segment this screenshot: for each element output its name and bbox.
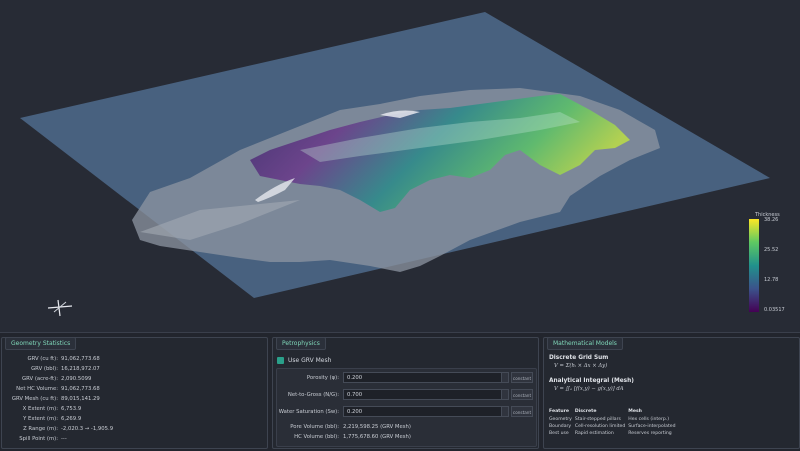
porosity-constant-button[interactable]: constant <box>511 372 533 383</box>
analytical-formula: V = ∬ₐ [f(x,y) − g(x,y)] dA <box>554 386 624 392</box>
water-saturation-label: Water Saturation (Sw): <box>278 409 339 415</box>
water-saturation-spinner[interactable] <box>501 407 508 416</box>
stat-x-extent: X Extent (m): 6,753.9 <box>22 406 82 412</box>
colorbar-tick-min: 0.03517 <box>764 307 785 313</box>
stat-grv-acreft: GRV (acre-ft): 2,090.5099 <box>22 376 92 382</box>
discrete-formula: V = Σ(hᵢ × Δx × Δy) <box>554 363 608 369</box>
stat-y-extent: Y Extent (m): 6,269.9 <box>23 416 82 422</box>
table-cell: Rapid estimation <box>574 431 614 436</box>
colorbar-tick-max: 38.26 <box>764 217 779 223</box>
net-to-gross-spinner[interactable] <box>501 390 508 399</box>
colorbar-tick: 25.52 <box>764 247 779 253</box>
table-cell: Reserves reporting <box>628 431 672 436</box>
stat-grv-cuft: GRV (cu ft): 91,062,773.68 <box>27 356 100 362</box>
analytical-integral-heading: Analytical Integral (Mesh) <box>549 378 634 384</box>
table-header: Feature <box>549 409 570 414</box>
net-to-gross-input[interactable]: 0.700 <box>343 389 509 400</box>
stat-net-hc-volume: Net HC Volume: 91,062,773.68 <box>16 386 100 392</box>
porosity-input[interactable]: 0.200 <box>343 372 509 383</box>
comparison-table: Feature Discrete Mesh Geometry Stair-ste… <box>549 408 679 437</box>
net-to-gross-label: Net-to-Gross (N/G): <box>287 392 339 398</box>
geometry-statistics-title: Geometry Statistics <box>5 337 77 350</box>
reservoir-3d-view[interactable] <box>0 0 800 332</box>
table-row: Geometry Stair-stepped pillars Hex cells… <box>549 416 679 423</box>
table-row: Best use Rapid estimation Reserves repor… <box>549 430 679 437</box>
table-cell: Surface-interpolated <box>628 424 676 429</box>
colorbar <box>749 219 759 312</box>
table-header: Mesh <box>628 409 642 414</box>
hc-volume: HC Volume (bbl): 1,775,678.60 (GRV Mesh) <box>294 434 411 440</box>
bottom-panels: Geometry Statistics GRV (cu ft): 91,062,7… <box>0 332 800 451</box>
mathematical-models-title: Mathematical Models <box>547 337 623 350</box>
table-header: Discrete <box>574 409 597 414</box>
table-cell: Cell-resolution limited <box>574 424 626 429</box>
table-cell: Geometry <box>549 417 572 422</box>
water-saturation-constant-button[interactable]: constant <box>511 406 533 417</box>
mathematical-models-panel: Mathematical Models Discrete Grid Sum V … <box>543 337 800 449</box>
net-to-gross-constant-button[interactable]: constant <box>511 389 533 400</box>
petrophysics-panel: Petrophysics Use GRV Mesh Porosity (φ): … <box>272 337 539 449</box>
table-cell: Hex cells (interp.) <box>628 417 670 422</box>
table-header-row: Feature Discrete Mesh <box>549 408 679 416</box>
geometry-statistics-panel: Geometry Statistics GRV (cu ft): 91,062,7… <box>1 337 268 449</box>
colorbar-tick: 12.78 <box>764 277 779 283</box>
table-cell: Stair-stepped pillars <box>574 417 621 422</box>
pore-volume: Pore Volume (bbl): 2,219,598.25 (GRV Mesh… <box>290 424 411 430</box>
table-row: Boundary Cell-resolution limited Surface… <box>549 423 679 430</box>
table-cell: Best use <box>549 431 569 436</box>
water-saturation-input[interactable]: 0.200 <box>343 406 509 417</box>
porosity-label: Porosity (φ): <box>306 375 339 381</box>
use-grv-mesh-checkbox[interactable] <box>277 357 284 364</box>
3d-viewport[interactable]: Thickness 38.26 25.52 12.78 0.03517 <box>0 0 800 332</box>
stat-z-range: Z Range (m): -2,020.3 → -1,905.9 <box>23 426 114 432</box>
table-cell: Boundary <box>549 424 572 429</box>
stat-grv-mesh: GRV Mesh (cu ft): 89,015,141.29 <box>11 396 100 402</box>
use-grv-mesh-label[interactable]: Use GRV Mesh <box>288 357 331 364</box>
discrete-grid-sum-heading: Discrete Grid Sum <box>549 355 609 361</box>
porosity-spinner[interactable] <box>501 373 508 382</box>
petrophysics-title: Petrophysics <box>276 337 326 350</box>
stat-spill-point: Spill Point (m): --- <box>19 436 67 442</box>
axis-triad[interactable] <box>47 299 73 317</box>
stat-grv-bbl: GRV (bbl): 16,218,972.07 <box>31 366 100 372</box>
petrophysics-inputs: Porosity (φ): 0.200 constant Net-to-Gros… <box>276 368 537 447</box>
